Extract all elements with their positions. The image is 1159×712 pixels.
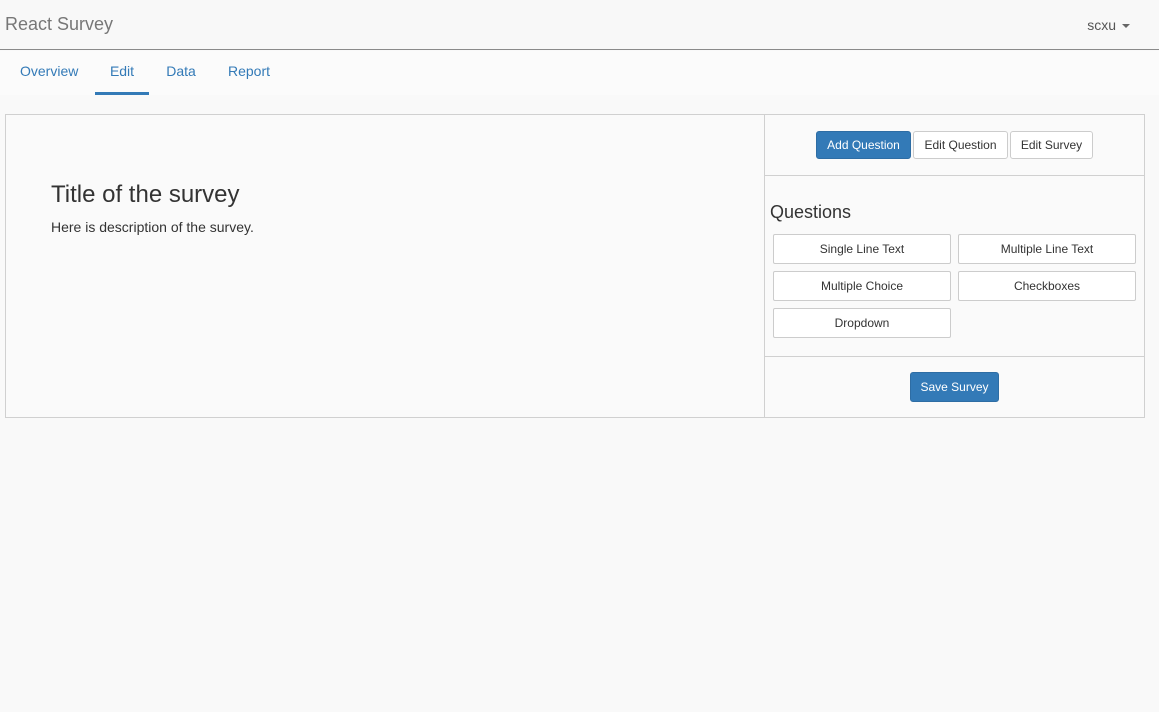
edit-question-button[interactable]: Edit Question [913, 131, 1008, 159]
tab-data[interactable]: Data [166, 51, 196, 92]
navbar: React Survey scxu [0, 0, 1159, 50]
mode-toolbar: Add Question Edit Question Edit Survey [765, 115, 1144, 176]
editor-sidebar: Add Question Edit Question Edit Survey Q… [765, 115, 1144, 417]
brand-title[interactable]: React Survey [5, 14, 113, 35]
multiple-choice-button[interactable]: Multiple Choice [773, 271, 951, 301]
single-line-text-button[interactable]: Single Line Text [773, 234, 951, 264]
question-types-section: Questions Single Line Text Multiple Line… [765, 176, 1144, 357]
caret-down-icon [1122, 24, 1130, 28]
tab-edit[interactable]: Edit [95, 51, 149, 95]
edit-survey-button[interactable]: Edit Survey [1010, 131, 1093, 159]
questions-heading: Questions [770, 202, 852, 222]
survey-preview: Title of the survey Here is description … [6, 115, 765, 417]
add-question-button[interactable]: Add Question [816, 131, 911, 159]
editor-panel: Title of the survey Here is description … [5, 114, 1145, 418]
dropdown-button[interactable]: Dropdown [773, 308, 951, 338]
survey-title[interactable]: Title of the survey [51, 181, 240, 209]
survey-description[interactable]: Here is description of the survey. [51, 219, 254, 235]
multiple-line-text-button[interactable]: Multiple Line Text [958, 234, 1136, 264]
save-row: Save Survey [765, 357, 1144, 417]
tab-overview[interactable]: Overview [20, 51, 78, 92]
checkboxes-button[interactable]: Checkboxes [958, 271, 1136, 301]
save-survey-button[interactable]: Save Survey [910, 372, 999, 402]
user-name: scxu [1087, 17, 1116, 33]
tab-bar: Overview Edit Data Report [0, 51, 1159, 95]
user-menu[interactable]: scxu [1087, 17, 1130, 33]
tab-report[interactable]: Report [228, 51, 270, 92]
